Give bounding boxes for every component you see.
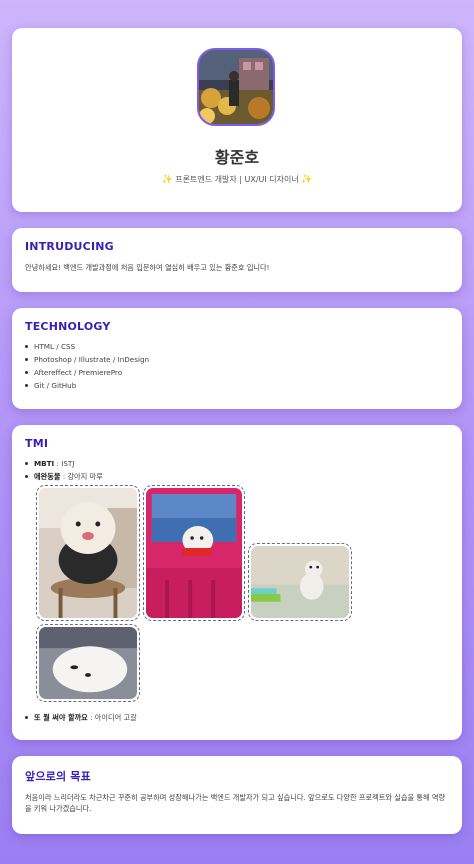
tmi-card: TMI MBTI : ISTJ 애완동물 : 강아지 마루 또 뭘 써야 할까요… — [12, 425, 462, 740]
profile-role: ✨ 프론트엔드 개발자 | UX/UI 디자이너 ✨ — [12, 174, 462, 185]
profile-name: 황준호 — [214, 148, 260, 167]
list-item-mbti: MBTI : ISTJ — [25, 457, 103, 470]
next-label: 또 뭘 써야 할까요 — [34, 713, 88, 722]
intro-card: INTRUDUCING 안녕하세요! 백엔드 개발과정에 처음 입문하여 열심히… — [12, 228, 462, 292]
tmi-list: MBTI : ISTJ 애완동물 : 강아지 마루 — [25, 457, 103, 483]
intro-text: 안녕하세요! 백엔드 개발과정에 처음 입문하여 열심히 배우고 있는 황준호 … — [25, 263, 270, 272]
page: 황준호 ✨ 프론트엔드 개발자 | UX/UI 디자이너 ✨ INTRUDUCI… — [0, 0, 474, 864]
list-item: Git / GitHub — [25, 379, 149, 392]
tmi-list-more: 또 뭘 써야 할까요 : 아이디어 고갈 — [25, 711, 137, 724]
pet-label: 애완동물 — [34, 472, 61, 481]
sparkle-icon: ✨ — [301, 175, 313, 185]
pet-photo — [36, 485, 140, 621]
mbti-value: : ISTJ — [54, 459, 75, 468]
profile-card: 황준호 ✨ 프론트엔드 개발자 | UX/UI 디자이너 ✨ — [12, 28, 462, 212]
goal-text: 처음이라 느리더라도 차근차근 꾸준히 공부하며 성장해나가는 백엔드 개발자가… — [25, 793, 446, 813]
pet-photo — [143, 485, 245, 621]
list-item: Aftereffect / PremierePro — [25, 366, 149, 379]
mbti-label: MBTI — [34, 459, 55, 468]
profile-role-text: 프론트엔드 개발자 | UX/UI 디자이너 — [175, 175, 299, 184]
pet-photo — [36, 624, 140, 702]
section-title-intro: INTRUDUCING — [25, 240, 114, 253]
section-title-goal: 앞으로의 목표 — [25, 770, 91, 783]
avatar — [197, 48, 275, 126]
technology-card: TECHNOLOGY HTML / CSS Photoshop / Illust… — [12, 308, 462, 409]
list-item: HTML / CSS — [25, 340, 149, 353]
section-title-technology: TECHNOLOGY — [25, 320, 111, 333]
next-value: : 아이디어 고갈 — [87, 713, 137, 722]
goal-card: 앞으로의 목표 처음이라 느리더라도 차근차근 꾸준히 공부하며 성장해나가는 … — [12, 756, 462, 834]
pet-photo — [248, 543, 352, 621]
sparkle-icon: ✨ — [161, 175, 173, 185]
list-item-next: 또 뭘 써야 할까요 : 아이디어 고갈 — [25, 711, 137, 724]
section-title-tmi: TMI — [25, 437, 49, 450]
list-item: Photoshop / Illustrate / InDesign — [25, 353, 149, 366]
pet-value: : 강아지 마루 — [60, 472, 103, 481]
technology-list: HTML / CSS Photoshop / Illustrate / InDe… — [25, 340, 149, 392]
list-item-pet: 애완동물 : 강아지 마루 — [25, 470, 103, 483]
